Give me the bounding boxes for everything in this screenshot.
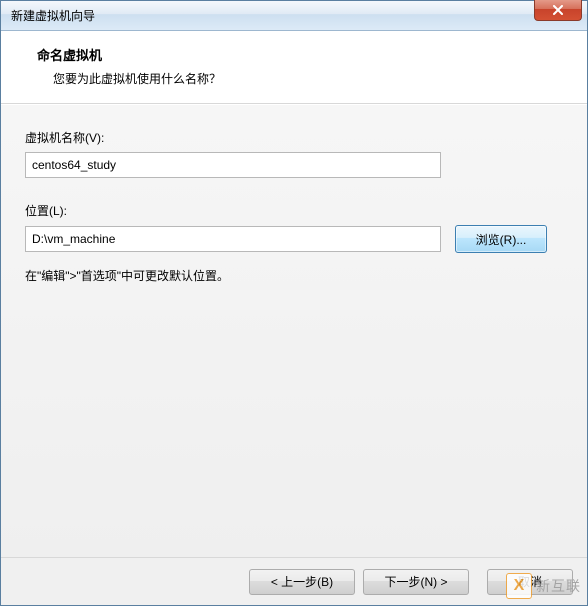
next-button[interactable]: 下一步(N) >: [363, 569, 469, 595]
close-icon: [552, 5, 564, 16]
vm-location-row: 浏览(R)...: [25, 225, 563, 253]
cancel-button[interactable]: 取消: [487, 569, 573, 595]
vm-name-input[interactable]: [25, 152, 441, 178]
browse-button[interactable]: 浏览(R)...: [455, 225, 547, 253]
wizard-window: 新建虚拟机向导 命名虚拟机 您要为此虚拟机使用什么名称？ 虚拟机名称(V): 位…: [0, 0, 588, 606]
vm-location-group: 位置(L): 浏览(R)...: [25, 202, 563, 253]
vm-location-label: 位置(L):: [25, 202, 563, 219]
body-pane: 虚拟机名称(V): 位置(L): 浏览(R)... 在"编辑">"首选项"中可更…: [1, 104, 587, 557]
vm-name-label: 虚拟机名称(V):: [25, 129, 563, 146]
footer: < 上一步(B) 下一步(N) > 取消 X 新互联: [1, 557, 587, 605]
location-hint: 在"编辑">"首选项"中可更改默认位置。: [25, 267, 563, 284]
vm-name-group: 虚拟机名称(V):: [25, 129, 563, 178]
window-title: 新建虚拟机向导: [1, 7, 95, 24]
page-subtitle: 您要为此虚拟机使用什么名称？: [21, 70, 567, 87]
header-pane: 命名虚拟机 您要为此虚拟机使用什么名称？: [1, 31, 587, 104]
vm-location-input[interactable]: [25, 226, 441, 252]
close-button[interactable]: [534, 0, 582, 21]
back-button[interactable]: < 上一步(B): [249, 569, 355, 595]
page-title: 命名虚拟机: [21, 45, 567, 64]
titlebar: 新建虚拟机向导: [1, 1, 587, 31]
